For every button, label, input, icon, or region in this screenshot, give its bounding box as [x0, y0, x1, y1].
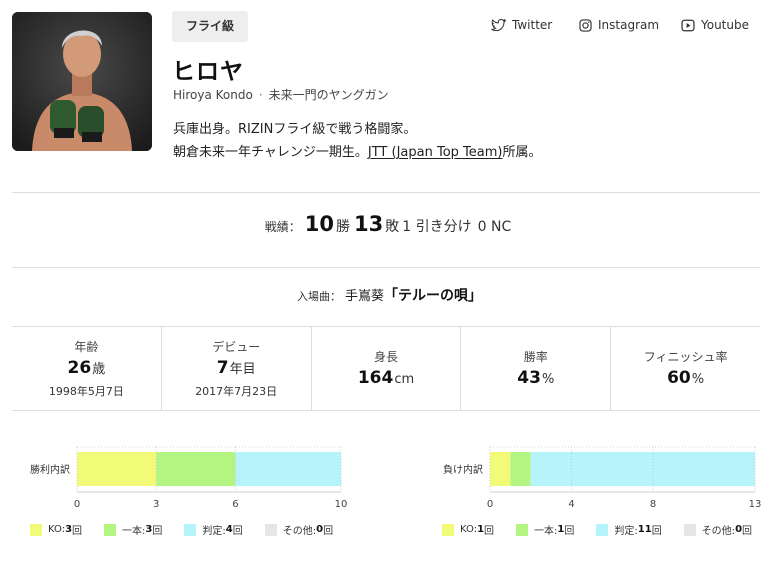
- win-legend-item-other: その他: 0回: [264, 522, 334, 537]
- legend-unit: 回: [484, 526, 495, 537]
- legend-swatch: [264, 523, 277, 536]
- win-bar-segment-submission: [156, 452, 236, 486]
- legend-label: 一本:: [534, 526, 558, 537]
- win-category-label: 勝利内訳: [30, 463, 70, 476]
- win-tick-label: 6: [232, 499, 238, 510]
- win-tick-label: 3: [153, 499, 159, 510]
- legend-label: KO:: [460, 524, 478, 535]
- legend-unit: 回: [564, 526, 575, 537]
- legend-count: 1: [477, 524, 485, 535]
- loss-bar-segment-decision: [530, 452, 755, 486]
- loss-category-label: 負け内訳: [443, 463, 483, 476]
- loss-legend-item-submission: 一本: 1回: [516, 522, 574, 537]
- loss-legend-item-decision: 判定: 11 回: [596, 522, 662, 537]
- legend-unit: 回: [232, 526, 243, 537]
- legend-count: 1: [557, 524, 565, 535]
- legend-swatch: [596, 523, 609, 536]
- legend-label: 判定:: [202, 526, 226, 537]
- loss-tick-label: 0: [487, 499, 493, 510]
- win-bar-segment-ko: [77, 452, 157, 486]
- legend-swatch: [184, 523, 197, 536]
- win-tick-label: 10: [335, 499, 348, 510]
- loss-bar-segment-ko: [490, 452, 511, 486]
- loss-bar-segment-submission: [510, 452, 531, 486]
- legend-swatch: [683, 523, 696, 536]
- legend-label: その他:: [701, 526, 736, 537]
- legend-count: 0: [735, 524, 743, 535]
- legend-swatch: [516, 523, 529, 536]
- loss-breakdown-legend: KO: 1 回一本: 1 回判定: 11 回その他: 0回: [442, 522, 752, 537]
- win-legend-item-decision: 判定: 4回: [184, 522, 243, 537]
- legend-label: 一本:: [122, 526, 146, 537]
- legend-unit: 回: [651, 526, 662, 537]
- legend-unit: 回: [152, 526, 163, 537]
- loss-tick-label: 13: [749, 499, 762, 510]
- legend-swatch: [30, 523, 42, 536]
- legend-count: 11: [637, 524, 652, 535]
- legend-unit: 回: [323, 526, 334, 537]
- win-breakdown-legend: KO: 3 回一本: 3 回判定: 4 回その他: 0回: [30, 522, 333, 537]
- breakdown-charts: 0 3 6 10 勝利内訳 0 4 8 13 負け内訳: [30, 446, 762, 510]
- legend-label: 判定:: [614, 526, 638, 537]
- loss-tick-label: 4: [568, 499, 574, 510]
- loss-tick-label: 8: [650, 499, 656, 510]
- legend-count: 3: [65, 524, 73, 535]
- win-legend-item-submission: 一本: 3回: [104, 522, 162, 537]
- loss-legend-item-ko: KO: 1回: [442, 522, 494, 537]
- win-bar-segment-decision: [235, 452, 341, 486]
- legend-count: 0: [316, 524, 324, 535]
- legend-count: 4: [225, 524, 233, 535]
- legend-label: KO:: [48, 524, 66, 535]
- win-tick-label: 0: [74, 499, 80, 510]
- legend-unit: 回: [72, 526, 83, 537]
- legend-label: その他:: [282, 526, 317, 537]
- legend-swatch: [442, 523, 454, 536]
- legend-swatch: [104, 523, 117, 536]
- loss-legend-item-other: その他: 0回: [683, 522, 753, 537]
- legend-count: 3: [145, 524, 153, 535]
- win-legend-item-ko: KO: 3回: [30, 522, 82, 537]
- legend-unit: 回: [742, 526, 753, 537]
